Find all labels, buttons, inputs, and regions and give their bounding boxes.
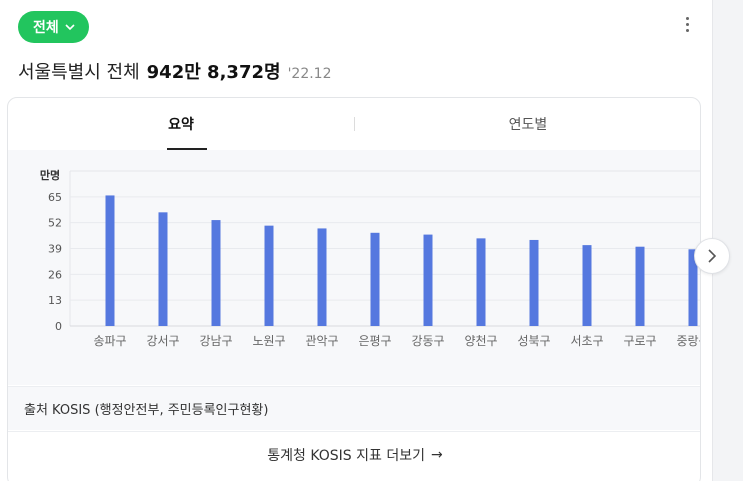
y-tick-label: 65 <box>48 191 62 204</box>
x-tick-label: 강동구 <box>411 334 444 348</box>
y-axis-unit-label: 만명 <box>40 168 60 182</box>
filter-dropdown-button[interactable]: 전체 <box>18 11 89 43</box>
bar <box>370 232 380 326</box>
y-tick-label: 0 <box>55 320 62 333</box>
x-tick-label: 강서구 <box>146 334 179 348</box>
y-tick-label: 26 <box>48 268 62 281</box>
y-tick-label: 52 <box>48 217 62 230</box>
x-tick-label: 은평구 <box>358 334 391 348</box>
bar <box>529 239 539 326</box>
x-tick-label: 노원구 <box>252 334 285 348</box>
tab-summary[interactable]: 요약 <box>8 98 354 150</box>
bar <box>211 220 221 326</box>
headline: 서울특별시 전체 942만 8,372명 '22.12 <box>18 58 332 84</box>
headline-date: '22.12 <box>287 66 332 82</box>
x-tick-label: 강남구 <box>199 334 232 348</box>
kosis-more-link[interactable]: 통계청 KOSIS 지표 더보기 → <box>8 431 700 478</box>
filter-label: 전체 <box>33 20 59 36</box>
x-tick-label: 서초구 <box>570 334 603 348</box>
bar <box>476 238 486 326</box>
bar <box>582 245 592 326</box>
chart-area: 만명 0 13 26 39 52 65 송파구 강서구 강남구 노원구 관악구 은평구 강동구 양천구 성북구… <box>8 150 701 385</box>
tab-bar: 요약 연도별 <box>8 98 700 150</box>
x-tick-label: 관악구 <box>305 334 338 348</box>
bar <box>635 246 645 326</box>
chart-next-button[interactable] <box>694 238 730 274</box>
bar <box>264 225 274 326</box>
chevron-down-icon <box>65 21 75 34</box>
bar <box>105 195 115 326</box>
source-note: 출처 KOSIS (행정안전부, 주민등록인구현황) <box>8 386 700 430</box>
headline-total: 942만 8,372명 <box>146 62 281 83</box>
chevron-right-icon <box>708 249 717 263</box>
x-tick-label: 양천구 <box>464 333 497 348</box>
x-tick-label: 중랑구 <box>676 334 701 348</box>
bar <box>317 228 327 326</box>
tab-by-year[interactable]: 연도별 <box>355 98 700 150</box>
bar <box>423 234 433 326</box>
bar-chart: 만명 0 13 26 39 52 65 송파구 강서구 강남구 노원구 관악구 은평구 강동구 양천구 성북구… <box>40 168 701 348</box>
x-tick-label: 성북구 <box>517 334 550 348</box>
bar <box>158 212 168 326</box>
headline-region: 서울특별시 전체 <box>18 62 140 83</box>
y-tick-label: 13 <box>48 294 62 307</box>
arrow-right-icon: → <box>431 447 443 463</box>
y-tick-label: 39 <box>48 243 62 256</box>
x-tick-label: 송파구 <box>93 334 126 348</box>
x-tick-label: 구로구 <box>623 334 656 348</box>
more-options-icon[interactable] <box>678 14 696 34</box>
more-link-label: 통계청 KOSIS 지표 더보기 <box>267 448 425 464</box>
stats-card: 요약 연도별 만명 0 13 26 39 52 65 송파구 강서구 강남구 노원구 관악구 은평구 강동… <box>7 97 701 481</box>
